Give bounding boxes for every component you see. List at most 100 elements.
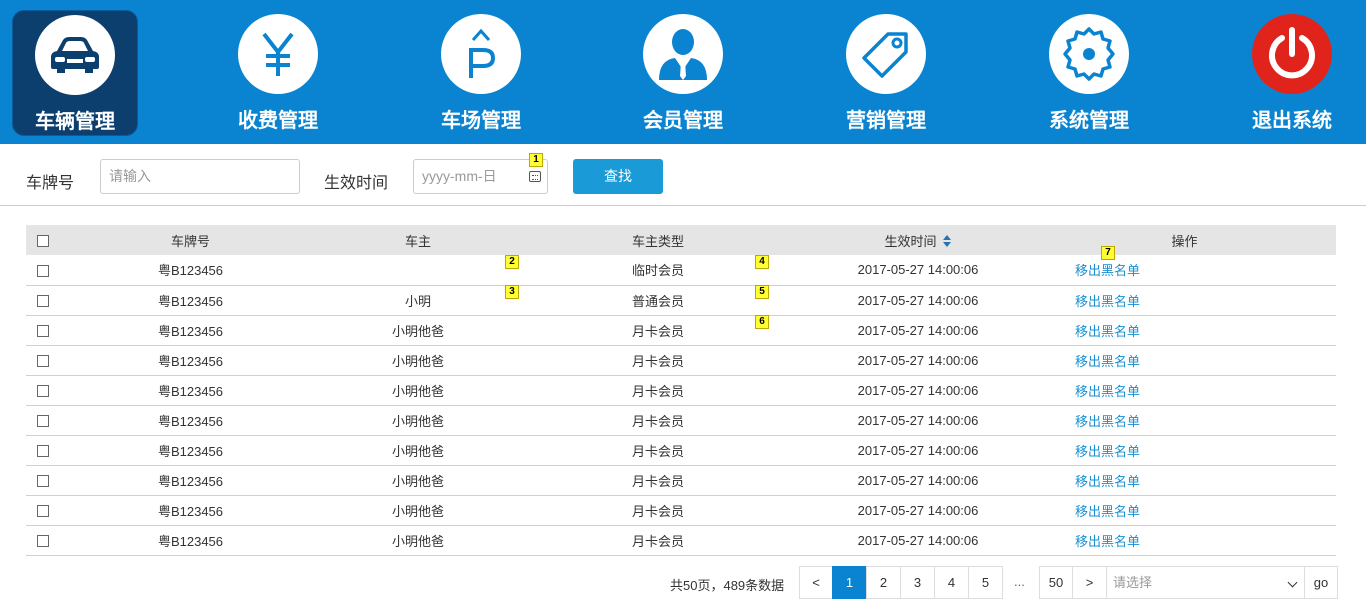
cell-time: 2017-05-27 14:00:06 — [803, 495, 1033, 526]
calendar-icon[interactable] — [529, 171, 541, 182]
cell-action: 移出黑名单 — [1033, 255, 1336, 286]
cell-plate: 粤B123456 — [58, 465, 323, 496]
search-button[interactable]: 查找 — [573, 159, 663, 194]
pagination-ellipsis: ... — [1014, 574, 1025, 589]
remove-blacklist-link[interactable]: 移出黑名单 — [1075, 294, 1140, 309]
row-checkbox[interactable] — [37, 325, 49, 338]
plate-input[interactable]: 请输入 — [100, 159, 300, 194]
select-all-checkbox[interactable] — [37, 235, 49, 248]
row-checkbox-cell — [26, 345, 58, 376]
remove-blacklist-link[interactable]: 移出黑名单 — [1075, 324, 1140, 339]
nav-label: 会员管理 — [643, 110, 723, 132]
prev-page-button[interactable]: < — [799, 566, 833, 599]
cell-owner: 小明他爸 — [323, 495, 513, 526]
page-3[interactable]: 3 — [900, 566, 935, 599]
cell-action: 移出黑名单 — [1033, 345, 1336, 376]
cell-plate: 粤B123456 — [58, 345, 323, 376]
cell-action: 移出黑名单 — [1033, 495, 1336, 526]
page-select-placeholder: 请选择 — [1113, 575, 1153, 590]
cell-owner — [323, 255, 513, 286]
page-1[interactable]: 1 — [832, 566, 867, 599]
row-checkbox[interactable] — [37, 535, 49, 548]
row-checkbox-cell — [26, 435, 58, 466]
cell-action: 移出黑名单 — [1033, 375, 1336, 406]
row-checkbox[interactable] — [37, 445, 49, 458]
date-label: 生效时间 — [324, 175, 389, 192]
marker-1: 1 — [529, 153, 543, 167]
remove-blacklist-link[interactable]: 移出黑名单 — [1075, 444, 1140, 459]
sort-icon[interactable] — [942, 235, 952, 249]
table-row: 粤B123456 临时会员 2017-05-27 14:00:06 移出黑名单 — [26, 255, 1336, 286]
go-button[interactable]: go — [1304, 566, 1338, 599]
marker-3: 3 — [505, 285, 519, 299]
cell-plate: 粤B123456 — [58, 315, 323, 346]
cell-plate: 粤B123456 — [58, 375, 323, 406]
cell-type: 月卡会员 — [513, 345, 803, 376]
cell-owner: 小明他爸 — [323, 375, 513, 406]
nav-label: 退出系统 — [1252, 110, 1332, 132]
page-2[interactable]: 2 — [866, 566, 901, 599]
next-page-button[interactable]: > — [1072, 566, 1107, 599]
row-checkbox[interactable] — [37, 385, 49, 398]
row-checkbox[interactable] — [37, 264, 49, 277]
nav-item-parking[interactable]: 车场管理 — [418, 10, 544, 136]
table-row: 粤B123456 小明他爸 月卡会员 2017-05-27 14:00:06 移出黑名单 — [26, 525, 1336, 556]
cell-plate: 粤B123456 — [58, 255, 323, 286]
row-checkbox[interactable] — [37, 505, 49, 518]
header-time[interactable]: 生效时间 — [803, 225, 1033, 255]
page-last[interactable]: 50 — [1039, 566, 1073, 599]
table-row: 粤B123456 小明他爸 月卡会员 2017-05-27 14:00:06 移出黑名单 — [26, 345, 1336, 376]
pagination-summary: 共50页，489条数据 — [670, 578, 785, 593]
plate-label: 车牌号 — [26, 175, 75, 192]
row-checkbox[interactable] — [37, 475, 49, 488]
remove-blacklist-link[interactable]: 移出黑名单 — [1075, 474, 1140, 489]
cell-type: 月卡会员 — [513, 375, 803, 406]
table-row: 粤B123456 小明 普通会员 2017-05-27 14:00:06 移出黑名单 — [26, 285, 1336, 316]
remove-blacklist-link[interactable]: 移出黑名单 — [1075, 354, 1140, 369]
page-4[interactable]: 4 — [934, 566, 969, 599]
cell-action: 移出黑名单 — [1033, 465, 1336, 496]
nav-item-members[interactable]: 会员管理 — [620, 10, 746, 136]
row-checkbox-cell — [26, 315, 58, 346]
nav-label: 营销管理 — [846, 110, 926, 132]
cell-type: 月卡会员 — [513, 405, 803, 436]
remove-blacklist-link[interactable]: 移出黑名单 — [1075, 414, 1140, 429]
marker-4: 4 — [755, 255, 769, 269]
yen-icon — [238, 14, 318, 94]
row-checkbox[interactable] — [37, 355, 49, 368]
header-plate: 车牌号 — [58, 225, 323, 255]
cell-owner: 小明他爸 — [323, 465, 513, 496]
row-checkbox-cell — [26, 465, 58, 496]
parking-icon — [441, 14, 521, 94]
nav-item-billing[interactable]: 收费管理 — [215, 10, 341, 136]
nav-item-logout[interactable]: 退出系统 — [1229, 10, 1355, 136]
cell-time: 2017-05-27 14:00:06 — [803, 525, 1033, 556]
remove-blacklist-link[interactable]: 移出黑名单 — [1075, 384, 1140, 399]
row-checkbox-cell — [26, 375, 58, 406]
cell-plate: 粤B123456 — [58, 495, 323, 526]
remove-blacklist-link[interactable]: 移出黑名单 — [1075, 263, 1140, 278]
marker-5: 5 — [755, 285, 769, 299]
cell-owner: 小明他爸 — [323, 435, 513, 466]
car-icon — [35, 15, 115, 95]
page-5[interactable]: 5 — [968, 566, 1003, 599]
row-checkbox[interactable] — [37, 415, 49, 428]
cell-plate: 粤B123456 — [58, 435, 323, 466]
cell-time: 2017-05-27 14:00:06 — [803, 255, 1033, 286]
nav-item-system[interactable]: 系统管理 — [1026, 10, 1152, 136]
remove-blacklist-link[interactable]: 移出黑名单 — [1075, 504, 1140, 519]
cell-time: 2017-05-27 14:00:06 — [803, 345, 1033, 376]
date-placeholder: yyyy-mm-日 — [422, 168, 497, 184]
cell-plate: 粤B123456 — [58, 405, 323, 436]
remove-blacklist-link[interactable]: 移出黑名单 — [1075, 534, 1140, 549]
nav-item-vehicles[interactable]: 车辆管理 — [12, 10, 138, 136]
nav-item-marketing[interactable]: 营销管理 — [823, 10, 949, 136]
cell-plate: 粤B123456 — [58, 525, 323, 556]
power-icon — [1252, 14, 1332, 94]
header-time-label: 生效时间 — [884, 233, 937, 249]
date-input[interactable]: yyyy-mm-日 — [413, 159, 548, 194]
page-select[interactable]: 请选择 — [1106, 566, 1305, 599]
nav-label: 系统管理 — [1049, 110, 1129, 132]
row-checkbox[interactable] — [37, 295, 49, 308]
cell-time: 2017-05-27 14:00:06 — [803, 465, 1033, 496]
